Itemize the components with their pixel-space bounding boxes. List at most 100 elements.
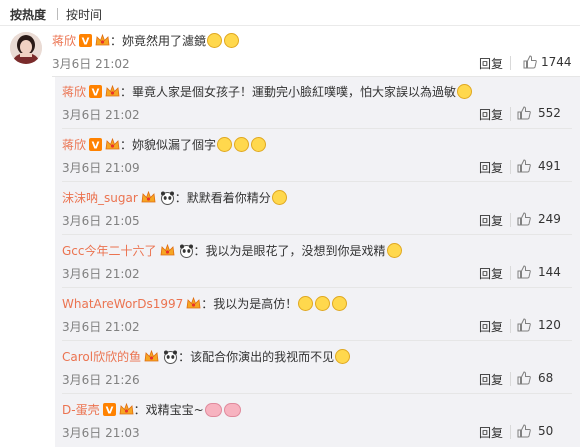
action-divider bbox=[510, 160, 511, 174]
member-crown-icon bbox=[105, 137, 120, 156]
reply-button[interactable]: 回复 bbox=[479, 371, 503, 388]
thumbs-up-icon[interactable] bbox=[517, 265, 531, 279]
pig-emoji-icon bbox=[204, 403, 222, 417]
think-emoji-icon bbox=[315, 296, 331, 311]
think-emoji-icon bbox=[298, 296, 314, 311]
reply-time: 3月6日 21:02 bbox=[62, 267, 140, 281]
reply-time: 3月6日 21:09 bbox=[62, 161, 140, 175]
reply-time: 3月6日 21:05 bbox=[62, 214, 140, 228]
reply-text: ：默默看着你精分 bbox=[174, 191, 271, 205]
svg-text:V: V bbox=[105, 406, 113, 417]
like-count: 50 bbox=[538, 424, 554, 438]
reply-time: 3月6日 21:02 bbox=[62, 108, 140, 122]
like-count: 120 bbox=[538, 318, 561, 332]
reply-time: 3月6日 21:26 bbox=[62, 373, 140, 387]
comment-text: ：妳竟然用了濾鏡 bbox=[110, 34, 207, 48]
like-count: 249 bbox=[538, 212, 561, 226]
reply-button[interactable]: 回复 bbox=[479, 55, 503, 72]
action-divider bbox=[510, 266, 511, 280]
like-count: 144 bbox=[538, 265, 561, 279]
panda-badge-icon bbox=[179, 244, 194, 258]
reply-button[interactable]: 回复 bbox=[479, 159, 503, 176]
tab-divider bbox=[57, 8, 58, 20]
verified-v-icon: V bbox=[89, 85, 103, 103]
tongue-emoji-icon bbox=[271, 190, 287, 205]
reply-username[interactable]: 蒋欣 bbox=[62, 85, 86, 99]
reply-comment-line: 蒋欣 V ：妳貌似漏了個字 bbox=[62, 136, 267, 156]
reply-text: ：戏精宝宝~ bbox=[133, 403, 204, 417]
thumbs-up-icon[interactable] bbox=[517, 159, 531, 173]
thumbs-up-icon[interactable] bbox=[517, 212, 531, 226]
reply-comment-line: Gcc今年二十六了 ：我以为是眼花了，没想到你是戏精 bbox=[62, 242, 403, 262]
thumbs-up-icon[interactable] bbox=[517, 371, 531, 385]
reply-username[interactable]: WhatAreWorDs1997 bbox=[62, 297, 183, 311]
reply-divider bbox=[62, 234, 572, 235]
member-crown-icon bbox=[160, 243, 175, 262]
member-crown-icon bbox=[186, 296, 201, 315]
reply-button[interactable]: 回复 bbox=[479, 265, 503, 282]
reply-divider bbox=[62, 340, 572, 341]
action-divider bbox=[510, 319, 511, 333]
thumbs-up-icon[interactable] bbox=[517, 106, 531, 120]
tab-by-time[interactable]: 按时间 bbox=[66, 6, 102, 23]
svg-text:V: V bbox=[82, 37, 90, 48]
svg-text:V: V bbox=[92, 88, 100, 99]
reply-username[interactable]: Gcc今年二十六了 bbox=[62, 244, 157, 258]
verified-v-icon: V bbox=[89, 138, 103, 156]
reply-text: ：该配合你演出的我视而不见 bbox=[178, 350, 335, 364]
thumbs-up-icon[interactable] bbox=[517, 424, 531, 438]
member-crown-icon bbox=[141, 190, 156, 209]
reply-button[interactable]: 回复 bbox=[479, 318, 503, 335]
reply-button[interactable]: 回复 bbox=[479, 424, 503, 441]
svg-text:V: V bbox=[92, 141, 100, 152]
reply-time: 3月6日 21:02 bbox=[62, 320, 140, 334]
like-count: 68 bbox=[538, 371, 554, 385]
reply-text: ：妳貌似漏了個字 bbox=[120, 138, 217, 152]
thumbs-up-icon[interactable] bbox=[523, 55, 537, 69]
reply-button[interactable]: 回复 bbox=[479, 106, 503, 123]
verified-v-icon: V bbox=[79, 34, 93, 52]
verified-v-icon: V bbox=[102, 403, 116, 421]
action-divider bbox=[510, 107, 511, 121]
reply-divider bbox=[62, 128, 572, 129]
reply-time: 3月6日 21:03 bbox=[62, 426, 140, 440]
smile-emoji-icon bbox=[335, 349, 351, 364]
reply-username[interactable]: 沫沫呐_sugar bbox=[62, 191, 138, 205]
panda-badge-icon bbox=[163, 350, 178, 364]
action-divider bbox=[510, 372, 511, 386]
reply-text: ：我以为是高仿！ bbox=[201, 297, 298, 311]
comment-time: 3月6日 21:02 bbox=[52, 57, 130, 71]
reply-comment-line: WhatAreWorDs1997 ：我以为是高仿！ bbox=[62, 295, 348, 315]
reply-username[interactable]: D-蛋壳 bbox=[62, 403, 100, 417]
sort-tabs: 按热度 按时间 bbox=[0, 0, 580, 26]
action-divider bbox=[510, 213, 511, 227]
reply-comment-line: D-蛋壳 V ：戏精宝宝~ bbox=[62, 401, 242, 421]
reply-divider bbox=[62, 181, 572, 182]
reply-button[interactable]: 回复 bbox=[479, 212, 503, 229]
like-count: 552 bbox=[538, 106, 561, 120]
avatar[interactable] bbox=[10, 32, 42, 64]
reply-comment-line: 蒋欣 V ：畢竟人家是個女孩子！運動完小臉紅噗噗，怕大家誤以為過敏 bbox=[62, 83, 473, 103]
member-crown-icon bbox=[119, 402, 134, 421]
action-divider bbox=[510, 425, 511, 439]
tab-by-hot[interactable]: 按热度 bbox=[10, 6, 46, 23]
reply-divider bbox=[62, 393, 572, 394]
laugh-emoji-icon bbox=[457, 84, 473, 99]
like-count: 1744 bbox=[541, 55, 572, 69]
member-crown-icon bbox=[105, 84, 120, 103]
reply-divider bbox=[62, 287, 572, 288]
action-divider bbox=[510, 56, 511, 70]
thumbs-up-icon[interactable] bbox=[517, 318, 531, 332]
comment-username[interactable]: 蒋欣 bbox=[52, 34, 76, 48]
reply-comment-line: 沫沫呐_sugar ：默默看着你精分 bbox=[62, 189, 288, 209]
like-count: 491 bbox=[538, 159, 561, 173]
smirk-emoji-icon bbox=[224, 33, 240, 48]
panda-badge-icon bbox=[160, 191, 175, 205]
smirk-emoji-icon bbox=[234, 137, 250, 152]
reply-username[interactable]: 蒋欣 bbox=[62, 138, 86, 152]
reply-comment-line: Carol欣欣的鱼 ：该配合你演出的我视而不见 bbox=[62, 348, 351, 368]
smirk-emoji-icon bbox=[217, 137, 233, 152]
smirk-emoji-icon bbox=[251, 137, 267, 152]
member-crown-icon bbox=[95, 33, 110, 52]
reply-username[interactable]: Carol欣欣的鱼 bbox=[62, 350, 141, 364]
